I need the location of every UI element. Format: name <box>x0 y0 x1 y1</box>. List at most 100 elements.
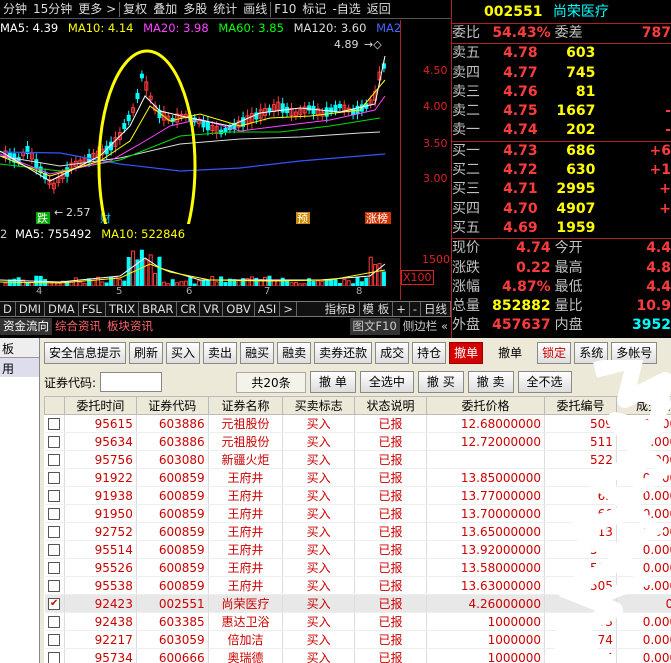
column-header-1[interactable]: 证券代码 <box>135 396 209 415</box>
row-checkbox[interactable]: ✔ <box>44 594 65 613</box>
order-action-2[interactable]: 撤 买 <box>417 371 464 393</box>
trade-button-2[interactable]: 买入 <box>166 342 201 364</box>
toolbar-item-7[interactable]: 画线 <box>240 0 270 18</box>
indicator-tab-15[interactable]: 日线 <box>421 302 451 316</box>
indicator-tab-11[interactable]: 指标B <box>322 302 360 316</box>
checkbox-icon[interactable] <box>48 508 61 520</box>
checkbox-icon[interactable] <box>48 472 61 484</box>
toolbar-item-1[interactable]: 15分钟 <box>30 0 75 18</box>
toolbar-item-11[interactable]: 返回 <box>364 0 394 18</box>
trade-button-3[interactable]: 卖出 <box>203 342 238 364</box>
checkbox-icon[interactable] <box>48 454 61 466</box>
indicator-tab-7[interactable]: VR <box>200 302 224 316</box>
indicator-tab-4[interactable]: TRIX <box>106 302 140 316</box>
column-header-3[interactable]: 买卖标志 <box>282 396 356 415</box>
checkbox-icon[interactable]: ✔ <box>48 598 61 610</box>
indicator-tab-13[interactable]: + <box>393 302 410 316</box>
tab-general-news[interactable]: 综合资讯 <box>52 318 104 335</box>
checkbox-icon[interactable] <box>48 580 61 592</box>
toolbar-item-8[interactable]: F10 <box>271 0 299 18</box>
sidebar-label-ban[interactable]: 板 <box>0 338 39 358</box>
row-checkbox[interactable] <box>44 648 65 663</box>
column-header-4[interactable]: 状态说明 <box>354 396 427 415</box>
column-header-0[interactable]: 委托时间 <box>64 396 137 415</box>
toolbar-item-10[interactable]: -自选 <box>329 0 363 18</box>
ask-level[interactable]: 卖五 4.78 603 <box>452 44 671 63</box>
checkbox-icon[interactable] <box>48 616 61 628</box>
row-checkbox[interactable] <box>44 576 65 595</box>
checkbox-icon[interactable] <box>48 544 61 556</box>
event-marker-die[interactable]: 跌 <box>37 211 48 224</box>
indicator-tab-5[interactable]: BRAR <box>139 302 178 316</box>
column-header-5[interactable]: 委托价格 <box>425 396 546 415</box>
toolbar-item-5[interactable]: 多股 <box>180 0 210 18</box>
checkbox-icon[interactable] <box>48 652 61 663</box>
tab-money-flow[interactable]: 资金流向 <box>0 318 52 335</box>
ask-level[interactable]: 卖二 4.75 1667 - <box>452 102 671 121</box>
tab-sector-news[interactable]: 板块资讯 <box>104 318 156 335</box>
trade-button-9[interactable]: 撤单 <box>449 342 484 364</box>
toolbar-item-4[interactable]: 叠加 <box>150 0 180 18</box>
order-action-3[interactable]: 撤 卖 <box>467 371 514 393</box>
sidebar-toggle[interactable]: 侧边栏 « <box>400 318 451 335</box>
bid-level[interactable]: 买一 4.73 686 +6 <box>452 142 671 161</box>
row-checkbox[interactable] <box>44 468 65 487</box>
trade-button-7[interactable]: 成交 <box>375 342 410 364</box>
trade-button-0[interactable]: 安全信息提示 <box>44 342 127 364</box>
indicator-tab-14[interactable]: - <box>410 302 421 316</box>
event-marker-yu[interactable]: 预 <box>297 212 308 224</box>
checkbox-icon[interactable] <box>48 562 61 574</box>
trade-button-5[interactable]: 融卖 <box>277 342 312 364</box>
bid-level[interactable]: 买四 4.70 4907 + <box>452 200 671 219</box>
toolbar-item-9[interactable]: 标记 <box>299 0 329 18</box>
checkbox-icon[interactable] <box>48 436 61 448</box>
trade-button-8[interactable]: 持仓 <box>412 342 447 364</box>
row-checkbox[interactable] <box>44 450 65 469</box>
indicator-tab-2[interactable]: DMA <box>45 302 79 316</box>
bid-level[interactable]: 买二 4.72 630 +1 <box>452 161 671 180</box>
indicator-tab-10[interactable]: > <box>280 302 297 316</box>
event-marker-zhangbang[interactable]: 涨榜 <box>366 211 388 224</box>
row-checkbox[interactable] <box>44 504 65 523</box>
indicator-tab-6[interactable]: CR <box>177 302 201 316</box>
order-action-0[interactable]: 撤 单 <box>310 371 356 393</box>
toolbar-item-3[interactable]: 复权 <box>120 0 150 18</box>
trade-button-4[interactable]: 融买 <box>240 342 275 364</box>
row-checkbox[interactable] <box>44 630 65 649</box>
checkbox-icon[interactable] <box>48 526 61 538</box>
bid-level[interactable]: 买五 4.69 1959 <box>452 219 671 238</box>
checkbox-icon[interactable] <box>48 490 61 502</box>
row-checkbox[interactable] <box>44 540 65 559</box>
ask-level[interactable]: 卖四 4.77 745 <box>452 64 671 83</box>
trade-button-1[interactable]: 刷新 <box>129 342 164 364</box>
row-checkbox[interactable] <box>44 486 65 505</box>
row-checkbox[interactable] <box>44 612 65 631</box>
row-checkbox[interactable] <box>44 432 65 451</box>
order-action-1[interactable]: 全选中 <box>359 371 414 393</box>
volume-chart[interactable] <box>0 242 400 286</box>
checkbox-icon[interactable] <box>48 634 61 646</box>
ask-level[interactable]: 卖一 4.74 202 - <box>452 121 671 140</box>
sidebar-label-yong[interactable]: 用 <box>0 358 39 377</box>
row-checkbox[interactable] <box>44 558 65 577</box>
toolbar-item-0[interactable]: 分钟 <box>0 0 30 18</box>
indicator-tab-0[interactable]: D <box>0 302 16 316</box>
toolbar-item-2[interactable]: 更多 > <box>75 0 119 18</box>
bid-level[interactable]: 买三 4.71 2995 + <box>452 180 671 199</box>
tab-f10[interactable]: 图文F10 <box>349 318 400 335</box>
toolbar-item-6[interactable]: 统计 <box>210 0 240 18</box>
indicator-tab-9[interactable]: ASI <box>255 302 281 316</box>
indicator-tab-8[interactable]: OBV <box>223 302 255 316</box>
indicator-tab-3[interactable]: FSL <box>79 302 106 316</box>
row-checkbox[interactable] <box>44 522 65 541</box>
indicator-tab-12[interactable]: 模 板 <box>360 302 394 316</box>
row-checkbox[interactable] <box>44 414 65 433</box>
trade-button-10[interactable]: 撤单 <box>486 342 534 364</box>
indicator-tab-1[interactable]: DMI <box>16 302 46 316</box>
checkbox-icon[interactable] <box>48 418 61 430</box>
candlestick-chart[interactable]: 4.89 →◇ ← 2.57 跌 财 预 涨榜 <box>0 36 400 224</box>
column-header-2[interactable]: 证券名称 <box>207 396 284 415</box>
trade-button-6[interactable]: 卖券还款 <box>314 342 373 364</box>
code-input[interactable] <box>100 372 163 392</box>
ask-level[interactable]: 卖三 4.76 81 <box>452 83 671 102</box>
